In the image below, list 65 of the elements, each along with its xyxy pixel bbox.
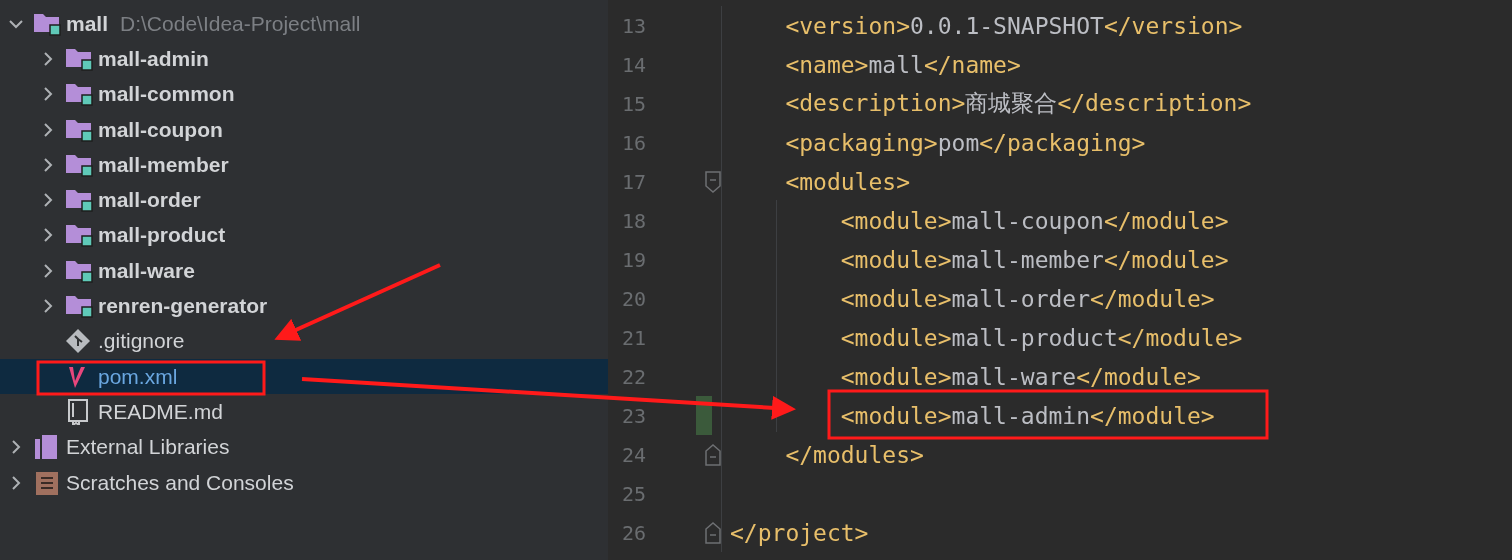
code-line: <module>mall-coupon</module> [839, 207, 1229, 234]
tree-item-label: mall-admin [98, 46, 209, 71]
tree-item[interactable]: README.md [0, 394, 608, 430]
code-line: <version>0.0.1-SNAPSHOT</version> [784, 12, 1243, 39]
line-number: 21 [620, 325, 646, 350]
git-file-icon [65, 328, 93, 355]
code-line: <module>mall-ware</module> [839, 363, 1201, 390]
code-line: <modules> [784, 168, 910, 195]
line-number: 17 [620, 169, 646, 194]
line-number: 26 [620, 520, 646, 545]
tree-item-label: External Libraries [66, 435, 230, 460]
line-number: 13 [620, 13, 646, 38]
code-line: </project> [730, 519, 869, 546]
tree-item[interactable]: mall-member [0, 147, 608, 183]
code-line: <module>mall-admin</module> [839, 402, 1215, 429]
tree-item[interactable]: mall-order [0, 182, 608, 218]
project-path: D:\Code\Idea-Project\mall [120, 11, 361, 36]
line-number: 14 [620, 52, 646, 77]
tree-item-label: mall-common [98, 82, 235, 107]
line-number: 16 [620, 130, 646, 155]
tree-item-label: Scratches and Consoles [66, 470, 294, 495]
code-line: <module>mall-member</module> [839, 246, 1229, 273]
line-number: 20 [620, 286, 646, 311]
code-line: <name>mall</name> [784, 51, 1021, 78]
tree-item[interactable]: .gitignore [0, 323, 608, 359]
tree-item-label: pom.xml [98, 364, 178, 389]
tree-item[interactable]: mall-common [0, 76, 608, 112]
line-number: 22 [620, 364, 646, 389]
tree-item[interactable]: Scratches and Consoles [0, 464, 608, 501]
fold-icon[interactable] [704, 170, 722, 194]
scratches-icon [33, 469, 61, 496]
tree-item[interactable]: renren-generator [0, 288, 608, 324]
line-number: 24 [620, 442, 646, 467]
module-folder-icon [65, 293, 93, 319]
tree-item-label: renren-generator [98, 294, 268, 318]
line-number: 15 [620, 91, 646, 116]
tree-item-label: mall-order [98, 188, 201, 213]
line-number: 25 [620, 481, 646, 506]
tree-item-label: .gitignore [98, 329, 185, 354]
line-number: 18 [620, 208, 646, 233]
tree-item-label: README.md [98, 399, 223, 424]
tree-item[interactable]: mall D:\Code\Idea-Project\mall [0, 6, 608, 42]
tree-item[interactable]: mall-product [0, 217, 608, 254]
fold-icon[interactable] [704, 521, 722, 545]
tree-item[interactable]: mall-admin [0, 41, 608, 77]
tree-item-label: mall [66, 11, 109, 36]
line-number: 23 [620, 403, 646, 428]
module-folder-icon [65, 187, 93, 214]
module-folder-icon [65, 81, 93, 108]
code-line: </modules> [784, 441, 924, 468]
tree-item-label: mall-member [98, 152, 229, 177]
code-line: <packaging>pom</packaging> [784, 129, 1146, 156]
tree-item[interactable]: mall-ware [0, 253, 608, 289]
module-folder-icon [65, 222, 93, 249]
tree-item[interactable]: pom.xml [0, 358, 608, 395]
tree-item-label: mall-ware [98, 258, 195, 283]
tree-item[interactable]: mall-coupon [0, 111, 608, 148]
tree-item[interactable]: External Libraries [0, 429, 608, 465]
code-line: <module>mall-product</module> [839, 324, 1243, 351]
code-line: <description>商城聚合</description> [784, 89, 1252, 118]
fold-icon[interactable] [704, 443, 722, 467]
tree-item-label: mall-product [98, 223, 226, 248]
tree-item-label: mall-coupon [98, 117, 223, 142]
line-number: 19 [620, 247, 646, 272]
code-line: <module>mall-order</module> [839, 285, 1215, 312]
